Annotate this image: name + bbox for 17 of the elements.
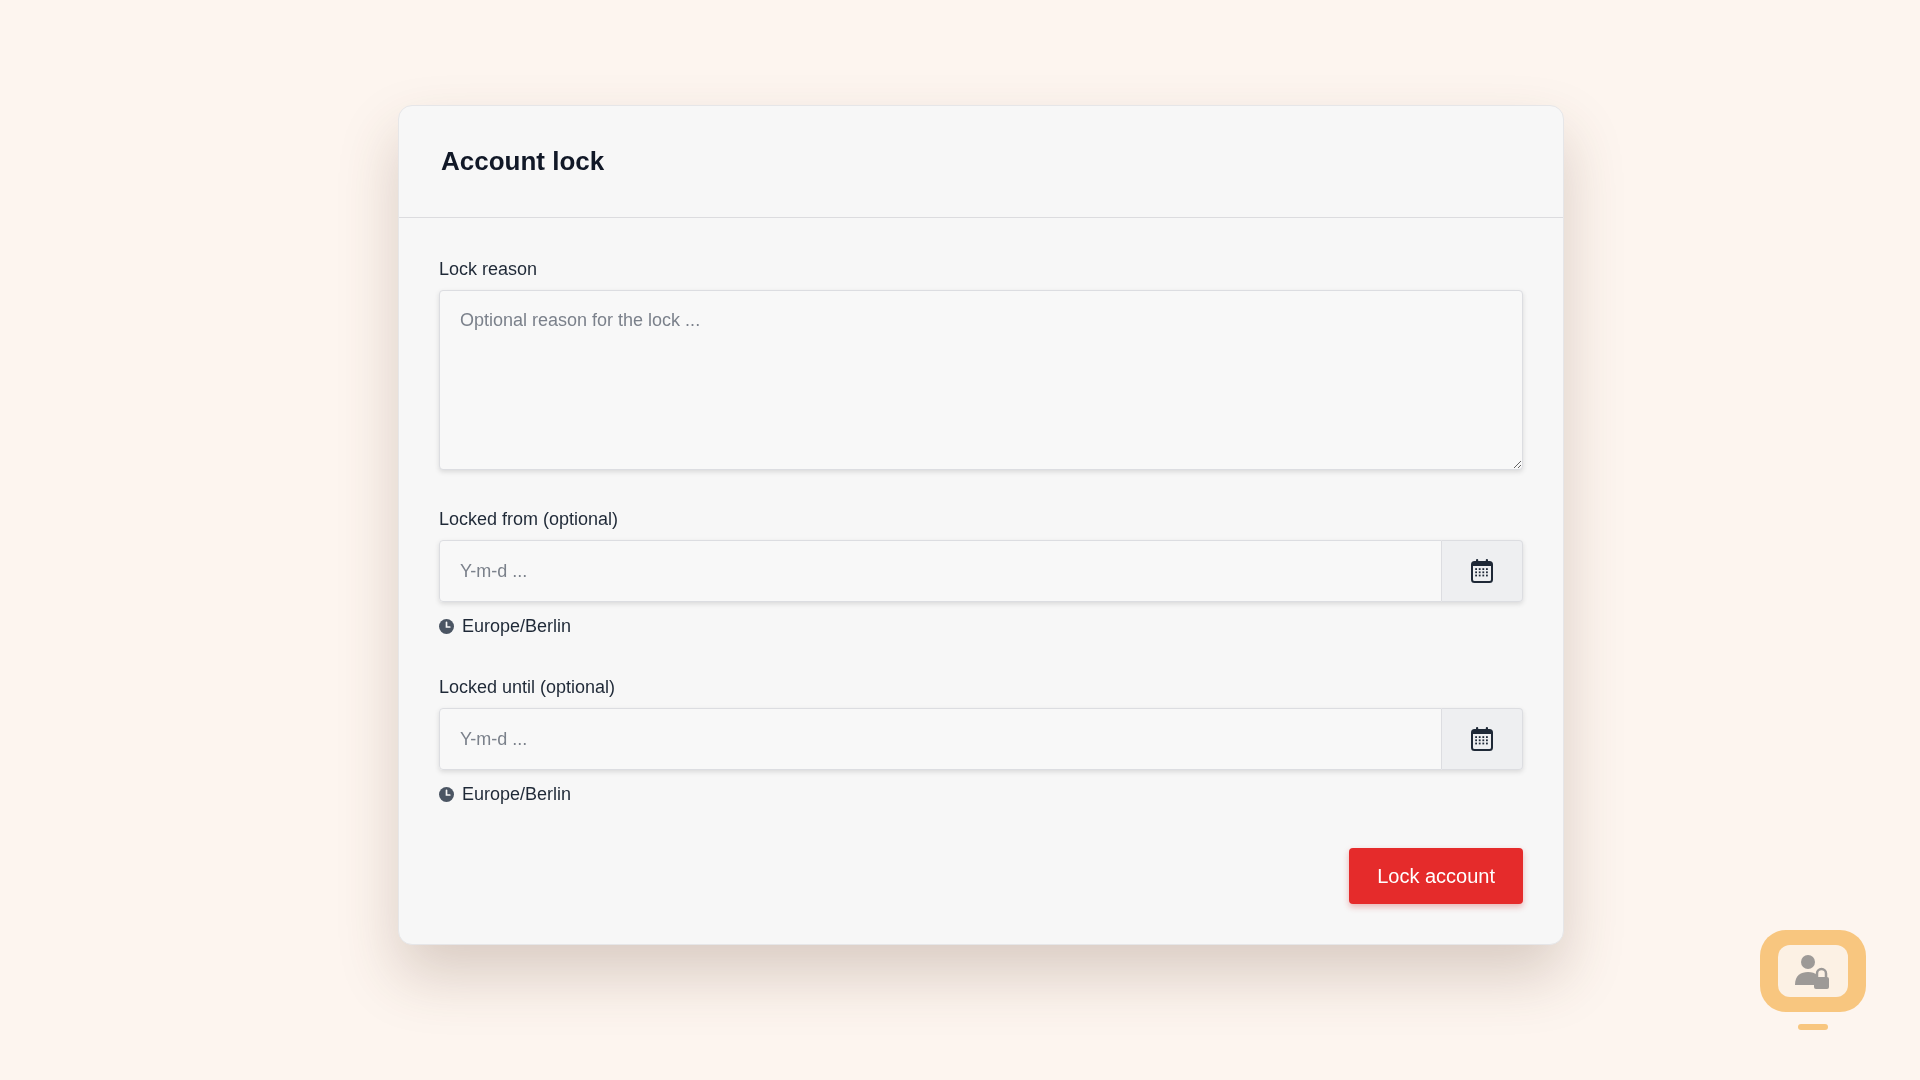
monitor-user-lock-icon xyxy=(1758,928,1868,1032)
calendar-icon xyxy=(1470,558,1494,584)
field-label: Locked from (optional) xyxy=(439,508,620,531)
reason-textarea[interactable]: Optional reason for the lock ... xyxy=(439,290,1523,470)
clock-icon xyxy=(439,786,454,802)
card-title: Account lock xyxy=(441,145,605,178)
field-label: Locked until (optional) xyxy=(439,676,617,699)
field-label: Lock reason xyxy=(439,258,539,281)
timezone-text: Europe/Berlin xyxy=(462,615,572,638)
date-input[interactable]: Y-m-d ... xyxy=(439,540,1442,602)
clock-icon xyxy=(439,618,454,634)
date-input[interactable]: Y-m-d ... xyxy=(439,708,1442,770)
calendar-button[interactable] xyxy=(1442,540,1523,602)
timezone-text: Europe/Berlin xyxy=(462,783,572,806)
lock-account-button[interactable]: Lock account xyxy=(1349,848,1523,904)
calendar-button[interactable] xyxy=(1442,708,1523,770)
calendar-icon xyxy=(1470,726,1494,752)
